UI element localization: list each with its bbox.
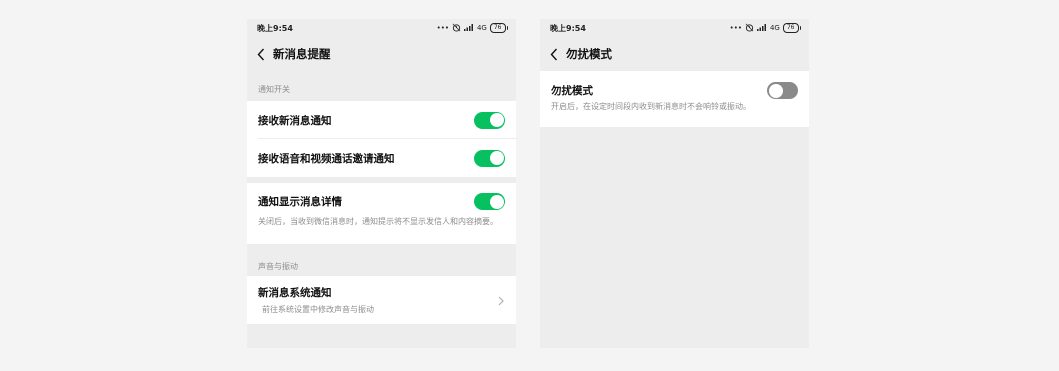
page-title: 新消息提醒 — [273, 47, 331, 61]
status-indicators: ••• 4G 76 — [730, 23, 801, 34]
status-indicators: ••• 4G 76 — [437, 23, 508, 34]
detail-group: 通知显示消息详情 关闭后，当收到微信消息时，通知提示将不显示发信人和内容摘要。 — [247, 183, 516, 244]
voice-video-notification-label: 接收语音和视频通话邀请通知 — [258, 152, 395, 165]
back-icon[interactable] — [257, 47, 267, 61]
nav-bar: 勿扰模式 — [540, 37, 809, 71]
show-detail-toggle[interactable] — [474, 193, 505, 210]
dnd-toggle[interactable] — [767, 82, 798, 99]
voice-video-notification-toggle[interactable] — [474, 149, 505, 167]
status-time: 晚上9:54 — [550, 23, 586, 33]
status-time: 晚上9:54 — [257, 23, 293, 33]
voice-video-notification-row: 接收语音和视频通话邀请通知 — [247, 139, 516, 177]
chevron-right-icon — [497, 295, 505, 307]
status-bar: 晚上9:54 ••• 4G 76 — [540, 19, 809, 37]
section-header-notification: 通知开关 — [258, 85, 290, 94]
dnd-description: 开启后，在设定时间段内收到新消息时不会响铃或振动。 — [551, 102, 751, 111]
system-notification-description: 前往系统设置中修改声音与振动 — [262, 305, 374, 314]
notification-settings-screen: 晚上9:54 ••• 4G 76 新消息提醒 通知开关 接收新消息通知 接收语音… — [247, 19, 516, 348]
do-not-disturb-screen: 晚上9:54 ••• 4G 76 勿扰模式 勿扰模式 开启后，在设定时间段内收到… — [540, 19, 809, 348]
dnd-label: 勿扰模式 — [551, 85, 593, 97]
notification-group: 接收新消息通知 接收语音和视频通话邀请通知 — [247, 101, 516, 177]
signal-icon — [756, 23, 767, 33]
network-label: 4G — [769, 24, 780, 32]
receive-notification-label: 接收新消息通知 — [258, 114, 332, 127]
show-detail-label: 通知显示消息详情 — [258, 196, 342, 208]
network-label: 4G — [476, 24, 487, 32]
dnd-group: 勿扰模式 开启后，在设定时间段内收到新消息时不会响铃或振动。 — [540, 71, 809, 127]
nav-bar: 新消息提醒 — [247, 37, 516, 71]
battery-icon: 76 — [489, 23, 508, 33]
signal-icon — [463, 23, 474, 33]
alarm-icon — [745, 23, 754, 34]
system-notification-label: 新消息系统通知 — [258, 287, 332, 299]
receive-notification-row: 接收新消息通知 — [247, 101, 516, 139]
back-icon[interactable] — [550, 47, 560, 61]
alarm-icon — [452, 23, 461, 34]
status-bar: 晚上9:54 ••• 4G 76 — [247, 19, 516, 37]
show-detail-description: 关闭后，当收到微信消息时，通知提示将不显示发信人和内容摘要。 — [258, 217, 498, 226]
system-notification-row[interactable]: 新消息系统通知 前往系统设置中修改声音与振动 — [247, 276, 516, 324]
more-dots-icon: ••• — [436, 24, 449, 32]
more-dots-icon: ••• — [729, 24, 742, 32]
battery-icon: 76 — [782, 23, 801, 33]
page-title: 勿扰模式 — [566, 47, 612, 61]
receive-notification-toggle[interactable] — [474, 111, 505, 129]
section-header-sound: 声音与振动 — [258, 262, 298, 271]
